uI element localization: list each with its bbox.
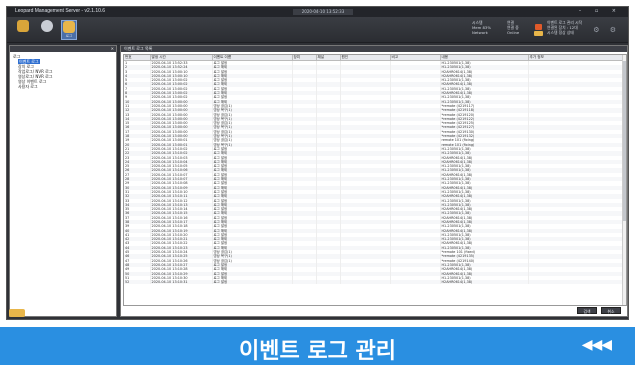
window-title: Leopard Management Server - v2.1.10.6 bbox=[15, 8, 106, 14]
window-controls[interactable]: – ▫ × bbox=[579, 8, 622, 14]
monitor-icon bbox=[17, 20, 29, 32]
status-connection: 연결 연결 중 Online bbox=[507, 20, 520, 35]
arrows-icon: ◀◀◀ bbox=[581, 337, 612, 353]
table-cell bbox=[340, 280, 391, 285]
settings-icon[interactable]: ⚙ ⚙ bbox=[593, 26, 620, 34]
table-cell bbox=[292, 280, 317, 285]
table-cell bbox=[390, 280, 441, 285]
toolbar-monitor-button[interactable] bbox=[15, 20, 31, 40]
table-cell bbox=[316, 280, 341, 285]
log-tree-panel: ✕ 로그 이벤트 로그 장치 로그 작업로그/ NVR 로그 영상로그/ NVR… bbox=[9, 45, 117, 317]
scrollbar-thumb[interactable] bbox=[623, 61, 626, 221]
panel-header: ✕ bbox=[10, 46, 116, 52]
panel-header: 이벤트 로그 목록 bbox=[121, 46, 627, 52]
cancel-button[interactable]: 취소 bbox=[601, 307, 621, 314]
table-row[interactable]: 52 2020-04-10 13:10:31 로그 발생 H2AHR0614(1,38… bbox=[124, 280, 625, 285]
folder-icon[interactable] bbox=[9, 309, 25, 317]
close-icon[interactable]: ✕ bbox=[111, 46, 114, 51]
event-log-panel: 이벤트 로그 목록 번호 발생 시간 이벤트 이름 장치 채널 원인 비고 내용… bbox=[120, 45, 628, 317]
table-body: 1 2020-04-10 13:52:33 로그 발생 H1-230501(1,38)… bbox=[124, 60, 625, 285]
device-icon bbox=[41, 20, 53, 32]
title-center-label: 2020-04-10 13:52:33 bbox=[293, 9, 353, 15]
table-cell bbox=[528, 280, 625, 285]
table-cell: 52 bbox=[124, 280, 151, 285]
alert-icon bbox=[534, 24, 543, 36]
tree-item-user-log[interactable]: 사용자 로그 bbox=[13, 84, 113, 89]
caption-banner: 이벤트 로그 관리 ◀◀◀ bbox=[0, 327, 635, 365]
table-cell: H2AHR0614(1,38) bbox=[440, 280, 529, 285]
search-button[interactable]: 검색 bbox=[577, 307, 597, 314]
panel-title: 이벤트 로그 목록 bbox=[124, 46, 153, 51]
status-messages: 이벤트 로그 관리 시작 연결된 장치 : 12대 시스템 정상 상태 bbox=[547, 20, 583, 35]
table-cell: 로그 발생 bbox=[212, 280, 293, 285]
banner-title: 이벤트 로그 관리 bbox=[239, 339, 396, 364]
log-tree: 로그 이벤트 로그 장치 로그 작업로그/ NVR 로그 영상로그/ NVR 로… bbox=[10, 52, 116, 91]
table-cell: 2020-04-10 13:10:31 bbox=[150, 280, 213, 285]
vertical-scrollbar[interactable] bbox=[622, 55, 626, 305]
log-icon bbox=[63, 21, 75, 33]
title-bar: Leopard Management Server - v2.1.10.6 20… bbox=[7, 7, 628, 17]
toolbar-log-button[interactable]: 로그 bbox=[61, 20, 77, 40]
status-system: 시스템 Mem 83% Network bbox=[472, 20, 491, 35]
event-log-table[interactable]: 번호 발생 시간 이벤트 이름 장치 채널 원인 비고 내용 추가 정보 1 20… bbox=[123, 54, 627, 306]
toolbar: 로그 시스템 Mem 83% Network 연결 연결 중 Online 이벤… bbox=[7, 17, 628, 43]
toolbar-device-button[interactable] bbox=[39, 20, 55, 40]
app-window: Leopard Management Server - v2.1.10.6 20… bbox=[6, 6, 629, 320]
